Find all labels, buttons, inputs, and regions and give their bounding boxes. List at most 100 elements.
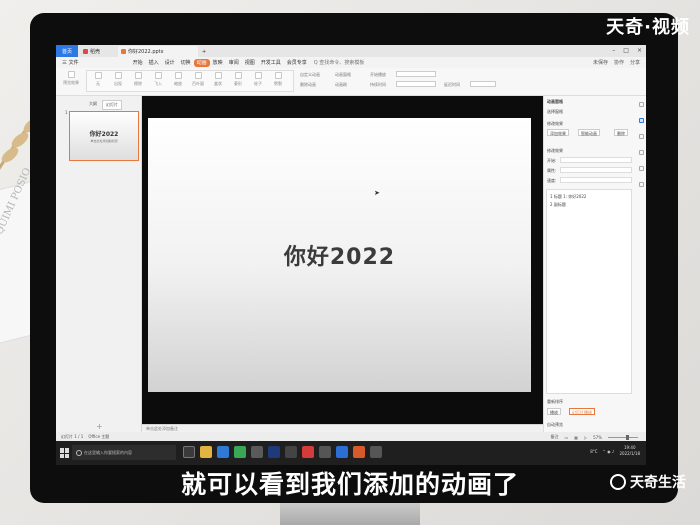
edge-icon[interactable] xyxy=(217,446,229,458)
duration-input[interactable] xyxy=(396,81,436,87)
side-tool-icon[interactable] xyxy=(638,102,644,107)
animation-pane-button[interactable]: 动画窗格 xyxy=(335,72,351,78)
effect-blinds[interactable]: 百叶窗 xyxy=(189,72,207,87)
speed-label: 速度: xyxy=(547,178,557,183)
custom-animation-button[interactable]: 自定义动画 xyxy=(300,72,320,78)
tab-slides[interactable]: 幻灯片 xyxy=(102,100,122,110)
system-tray: 8°C ⌃ ◉ ♪ 19:40 2022/1/18 xyxy=(590,445,640,457)
taskbar-search[interactable]: 在这里输入你要搜索的内容 xyxy=(72,445,176,460)
effect-box[interactable]: 盒状 xyxy=(209,72,227,87)
file-explorer-icon[interactable] xyxy=(200,446,212,458)
effect-none[interactable]: 无 xyxy=(89,72,107,87)
sorter-view-icon[interactable]: ▦ xyxy=(574,435,578,440)
delete-effect-button[interactable]: 删除 xyxy=(614,129,628,136)
animation-list-item[interactable]: 1 标题 1: 你好2022 xyxy=(550,194,586,200)
app-icon[interactable] xyxy=(319,446,331,458)
close-icon[interactable]: × xyxy=(637,47,642,54)
minimize-icon[interactable]: – xyxy=(612,47,615,54)
menu-view[interactable]: 视图 xyxy=(242,59,258,67)
tab-docer[interactable]: 稻壳 xyxy=(80,46,103,57)
app-icon[interactable] xyxy=(251,446,263,458)
play-view-icon[interactable]: ▷ xyxy=(584,435,587,440)
effect-zoom[interactable]: 缩放 xyxy=(169,72,187,87)
animation-list-item[interactable]: 2 副标题 xyxy=(550,202,566,208)
menu-insert[interactable]: 插入 xyxy=(146,59,162,67)
speed-select[interactable] xyxy=(560,177,632,183)
effect-split[interactable]: 劈裂 xyxy=(269,72,287,87)
unsaved-status[interactable]: 未保存 xyxy=(593,59,608,66)
clock[interactable]: 19:40 2022/1/18 xyxy=(619,445,640,457)
tab-home[interactable]: 首页 xyxy=(56,45,78,57)
slideshow-button[interactable]: 幻灯片播放 xyxy=(569,408,595,415)
start-play-label: 开始播放 xyxy=(370,72,386,77)
effect-appear[interactable]: 出现 xyxy=(109,72,127,87)
menu-developer[interactable]: 开发工具 xyxy=(258,59,284,67)
effect-wipe[interactable]: 擦除 xyxy=(129,72,147,87)
tab-outline[interactable]: 大纲 xyxy=(86,100,100,110)
animation-pane: 动画窗格 选择窗格 修改效果 添加效果 智能动画 删除 修改效果 开始: 属性:… xyxy=(543,96,646,432)
property-select[interactable] xyxy=(560,167,632,173)
autopreview-checkbox[interactable]: 自动预览 xyxy=(547,422,563,428)
menu-member[interactable]: 会员专享 xyxy=(284,59,310,67)
share-button[interactable]: 分享 xyxy=(630,59,640,66)
task-view-icon[interactable] xyxy=(183,446,195,458)
start-select[interactable] xyxy=(560,157,632,163)
side-tool-icon[interactable] xyxy=(638,182,644,187)
normal-view-icon[interactable]: ▭ xyxy=(564,435,568,440)
animation-side-icon[interactable] xyxy=(638,118,644,123)
side-tool-icon[interactable] xyxy=(638,166,644,171)
effect-diamond[interactable]: 菱形 xyxy=(229,72,247,87)
delay-input[interactable] xyxy=(470,81,496,87)
smart-animation-button[interactable]: 智能动画 xyxy=(578,129,600,136)
ppt-icon xyxy=(121,49,126,54)
effect-fly-in[interactable]: 飞入 xyxy=(149,72,167,87)
slide-title[interactable]: 你好2022 xyxy=(148,239,531,271)
notes-area[interactable]: 单击此处添加备注 xyxy=(142,424,543,432)
add-slide-icon[interactable]: + xyxy=(96,422,103,431)
menu-design[interactable]: 设计 xyxy=(162,59,178,67)
select-pane-link[interactable]: 选择窗格 xyxy=(547,109,563,115)
maximize-icon[interactable]: □ xyxy=(623,47,629,54)
tray-icons[interactable]: ⌃ ◉ ♪ xyxy=(603,449,615,454)
window-controls: – □ × xyxy=(612,47,642,54)
animation-ribbon: 预览效果 无 出现 擦除 飞入 缩放 百叶窗 盒状 菱形 轮子 劈裂 自定义动画… xyxy=(56,68,646,96)
add-effect-button[interactable]: 添加效果 xyxy=(547,129,569,136)
chrome-icon[interactable] xyxy=(234,446,246,458)
effect-label: 菱形 xyxy=(234,81,242,86)
star-icon xyxy=(154,72,162,79)
command-search[interactable]: Q 查找命令、搜索模板 xyxy=(314,59,365,66)
preview-effect-label: 预览效果 xyxy=(63,80,79,85)
app-icon[interactable] xyxy=(370,446,382,458)
side-tool-icon[interactable] xyxy=(638,150,644,155)
thumbnail-subtitle: 单击此处添加副标题 xyxy=(90,139,118,143)
slide-canvas[interactable]: 你好2022 ➤ xyxy=(148,118,531,392)
menu-review[interactable]: 审阅 xyxy=(226,59,242,67)
wps-icon[interactable] xyxy=(302,446,314,458)
menu-slideshow[interactable]: 放映 xyxy=(210,59,226,67)
slide-thumbnail[interactable]: 你好2022 单击此处添加副标题 xyxy=(69,111,139,161)
play-button[interactable]: 播放 xyxy=(547,408,561,415)
menu-animation[interactable]: 动画 xyxy=(193,58,210,67)
animation-painter-button[interactable]: 动画刷 xyxy=(335,82,347,88)
new-tab-button[interactable]: + xyxy=(199,46,209,57)
app-icon[interactable] xyxy=(285,446,297,458)
delete-animation-button[interactable]: 删除动画 xyxy=(300,82,316,88)
property-label: 属性: xyxy=(547,168,557,173)
app-icon[interactable] xyxy=(353,446,365,458)
windows-start-icon[interactable] xyxy=(60,448,70,458)
app-icon[interactable] xyxy=(336,446,348,458)
start-play-select[interactable] xyxy=(396,71,436,77)
side-tool-icon[interactable] xyxy=(638,134,644,139)
menu-home[interactable]: 开始 xyxy=(130,59,146,67)
effect-wheel[interactable]: 轮子 xyxy=(249,72,267,87)
collaborate-button[interactable]: 协作 xyxy=(614,59,624,66)
mouse-cursor-icon: ➤ xyxy=(374,189,380,197)
menu-file[interactable]: 三 文件 xyxy=(59,59,82,67)
preview-effect-button[interactable]: 预览效果 xyxy=(60,71,82,86)
zoom-slider[interactable] xyxy=(608,434,638,440)
photoshop-icon[interactable] xyxy=(268,446,280,458)
menu-transitions[interactable]: 切换 xyxy=(178,59,194,67)
weather-temp[interactable]: 8°C xyxy=(590,449,597,454)
tab-document[interactable]: 你好2022.pptx xyxy=(118,46,198,57)
notes-toggle[interactable]: 备注 xyxy=(550,434,558,440)
